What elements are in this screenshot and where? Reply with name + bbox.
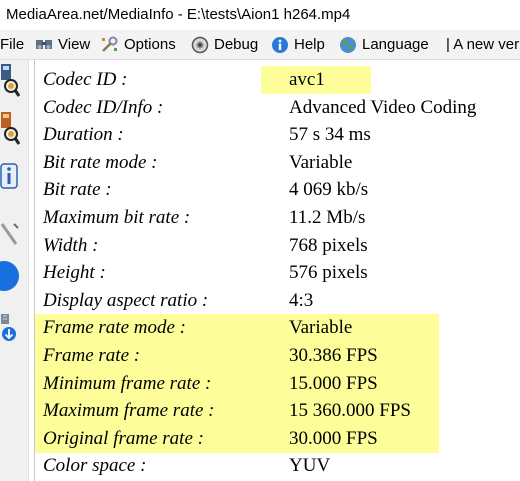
field-row: Maximum bit rate : 11.2 Mb/s bbox=[35, 204, 520, 231]
menu-view[interactable]: View bbox=[34, 30, 91, 59]
menu-help[interactable]: Help bbox=[270, 30, 325, 59]
view-sidebar bbox=[0, 60, 29, 481]
field-label: Display aspect ratio : bbox=[43, 289, 209, 311]
field-row: Bit rate : 4 069 kb/s bbox=[35, 176, 520, 203]
field-value: Advanced Video Coding bbox=[289, 96, 477, 118]
easy-view-icon[interactable] bbox=[0, 62, 20, 102]
field-value: 15 360.000 FPS bbox=[289, 400, 411, 422]
view-icon bbox=[36, 40, 52, 50]
field-label: Frame rate : bbox=[43, 345, 141, 366]
media-info-panel: Codec ID : avc1 Codec ID/Info : Advanced Vi… bbox=[34, 60, 520, 481]
field-row: Frame rate : 30.386 FPS bbox=[35, 342, 520, 369]
field-row: Codec ID : avc1 bbox=[35, 66, 520, 93]
field-row: Frame rate mode : Variable bbox=[35, 314, 520, 341]
field-row: Width : 768 pixels bbox=[35, 232, 520, 259]
field-row: Minimum frame rate : 15.000 FPS bbox=[35, 370, 520, 397]
window-title: MediaArea.net/MediaInfo - E:\tests\Aion1… bbox=[0, 0, 520, 30]
field-value: 30.000 FPS bbox=[289, 427, 378, 449]
blue-circle-icon[interactable] bbox=[0, 258, 20, 294]
menu-debug-label: Debug bbox=[214, 36, 259, 53]
menu-language[interactable]: Language bbox=[338, 30, 429, 59]
field-label: Frame rate mode : bbox=[43, 317, 186, 339]
field-row: Color space : YUV bbox=[35, 452, 520, 479]
menu-debug[interactable]: Debug bbox=[190, 30, 259, 59]
field-value: 30.386 FPS bbox=[289, 345, 378, 366]
field-value: 15.000 FPS bbox=[289, 372, 378, 394]
field-label: Color space : bbox=[43, 455, 147, 477]
field-value: Variable bbox=[289, 151, 353, 173]
menu-help-label: Help bbox=[294, 36, 325, 53]
field-label: Minimum frame rate : bbox=[43, 372, 212, 394]
field-label: Width : bbox=[43, 234, 99, 256]
globe-icon bbox=[340, 37, 356, 54]
field-row: Duration : 57 s 34 ms bbox=[35, 121, 520, 148]
field-row: Codec ID/Info : Advanced Video Coding bbox=[35, 94, 520, 121]
debug-icon bbox=[191, 36, 209, 54]
sheet-view-icon[interactable] bbox=[0, 110, 20, 150]
menu-bar: File View Options Debug Help Language | … bbox=[0, 30, 520, 60]
field-row: Original frame rate : 30.000 FPS bbox=[35, 425, 520, 452]
field-value: 4:3 bbox=[289, 289, 314, 311]
new-version-notice[interactable]: | A new ver bbox=[446, 30, 519, 59]
field-label: Codec ID/Info : bbox=[43, 96, 164, 118]
options-icon bbox=[102, 36, 118, 52]
tools-icon[interactable] bbox=[0, 220, 20, 248]
field-label: Maximum bit rate : bbox=[43, 207, 191, 228]
field-row: Height : 576 pixels bbox=[35, 259, 520, 286]
field-label: Maximum frame rate : bbox=[43, 400, 215, 422]
field-label: Codec ID : bbox=[43, 69, 128, 90]
menu-options-label: Options bbox=[124, 36, 176, 53]
field-value: YUV bbox=[289, 455, 331, 477]
field-label: Duration : bbox=[43, 124, 124, 146]
field-label: Height : bbox=[43, 262, 106, 284]
field-label: Original frame rate : bbox=[43, 427, 204, 449]
field-value: 576 pixels bbox=[289, 262, 368, 284]
field-value: Variable bbox=[289, 317, 353, 339]
menu-file[interactable]: File bbox=[0, 30, 24, 59]
field-value: 768 pixels bbox=[289, 234, 368, 256]
field-row: Display aspect ratio : 4:3 bbox=[35, 287, 520, 314]
menu-view-label: View bbox=[58, 36, 91, 53]
field-label: Bit rate mode : bbox=[43, 151, 158, 173]
field-row: Bit rate mode : Variable bbox=[35, 149, 520, 176]
menu-language-label: Language bbox=[362, 36, 429, 53]
field-value: 57 s 34 ms bbox=[289, 124, 371, 146]
field-label: Bit rate : bbox=[43, 179, 112, 201]
field-value: 11.2 Mb/s bbox=[289, 207, 366, 228]
menu-options[interactable]: Options bbox=[100, 30, 176, 59]
field-value: 4 069 kb/s bbox=[289, 179, 369, 201]
info-view-icon[interactable] bbox=[0, 162, 20, 190]
field-row: Maximum frame rate : 15 360.000 FPS bbox=[35, 397, 520, 424]
field-value: avc1 bbox=[289, 69, 325, 90]
help-info-icon bbox=[272, 37, 288, 54]
export-icon[interactable] bbox=[0, 312, 20, 346]
